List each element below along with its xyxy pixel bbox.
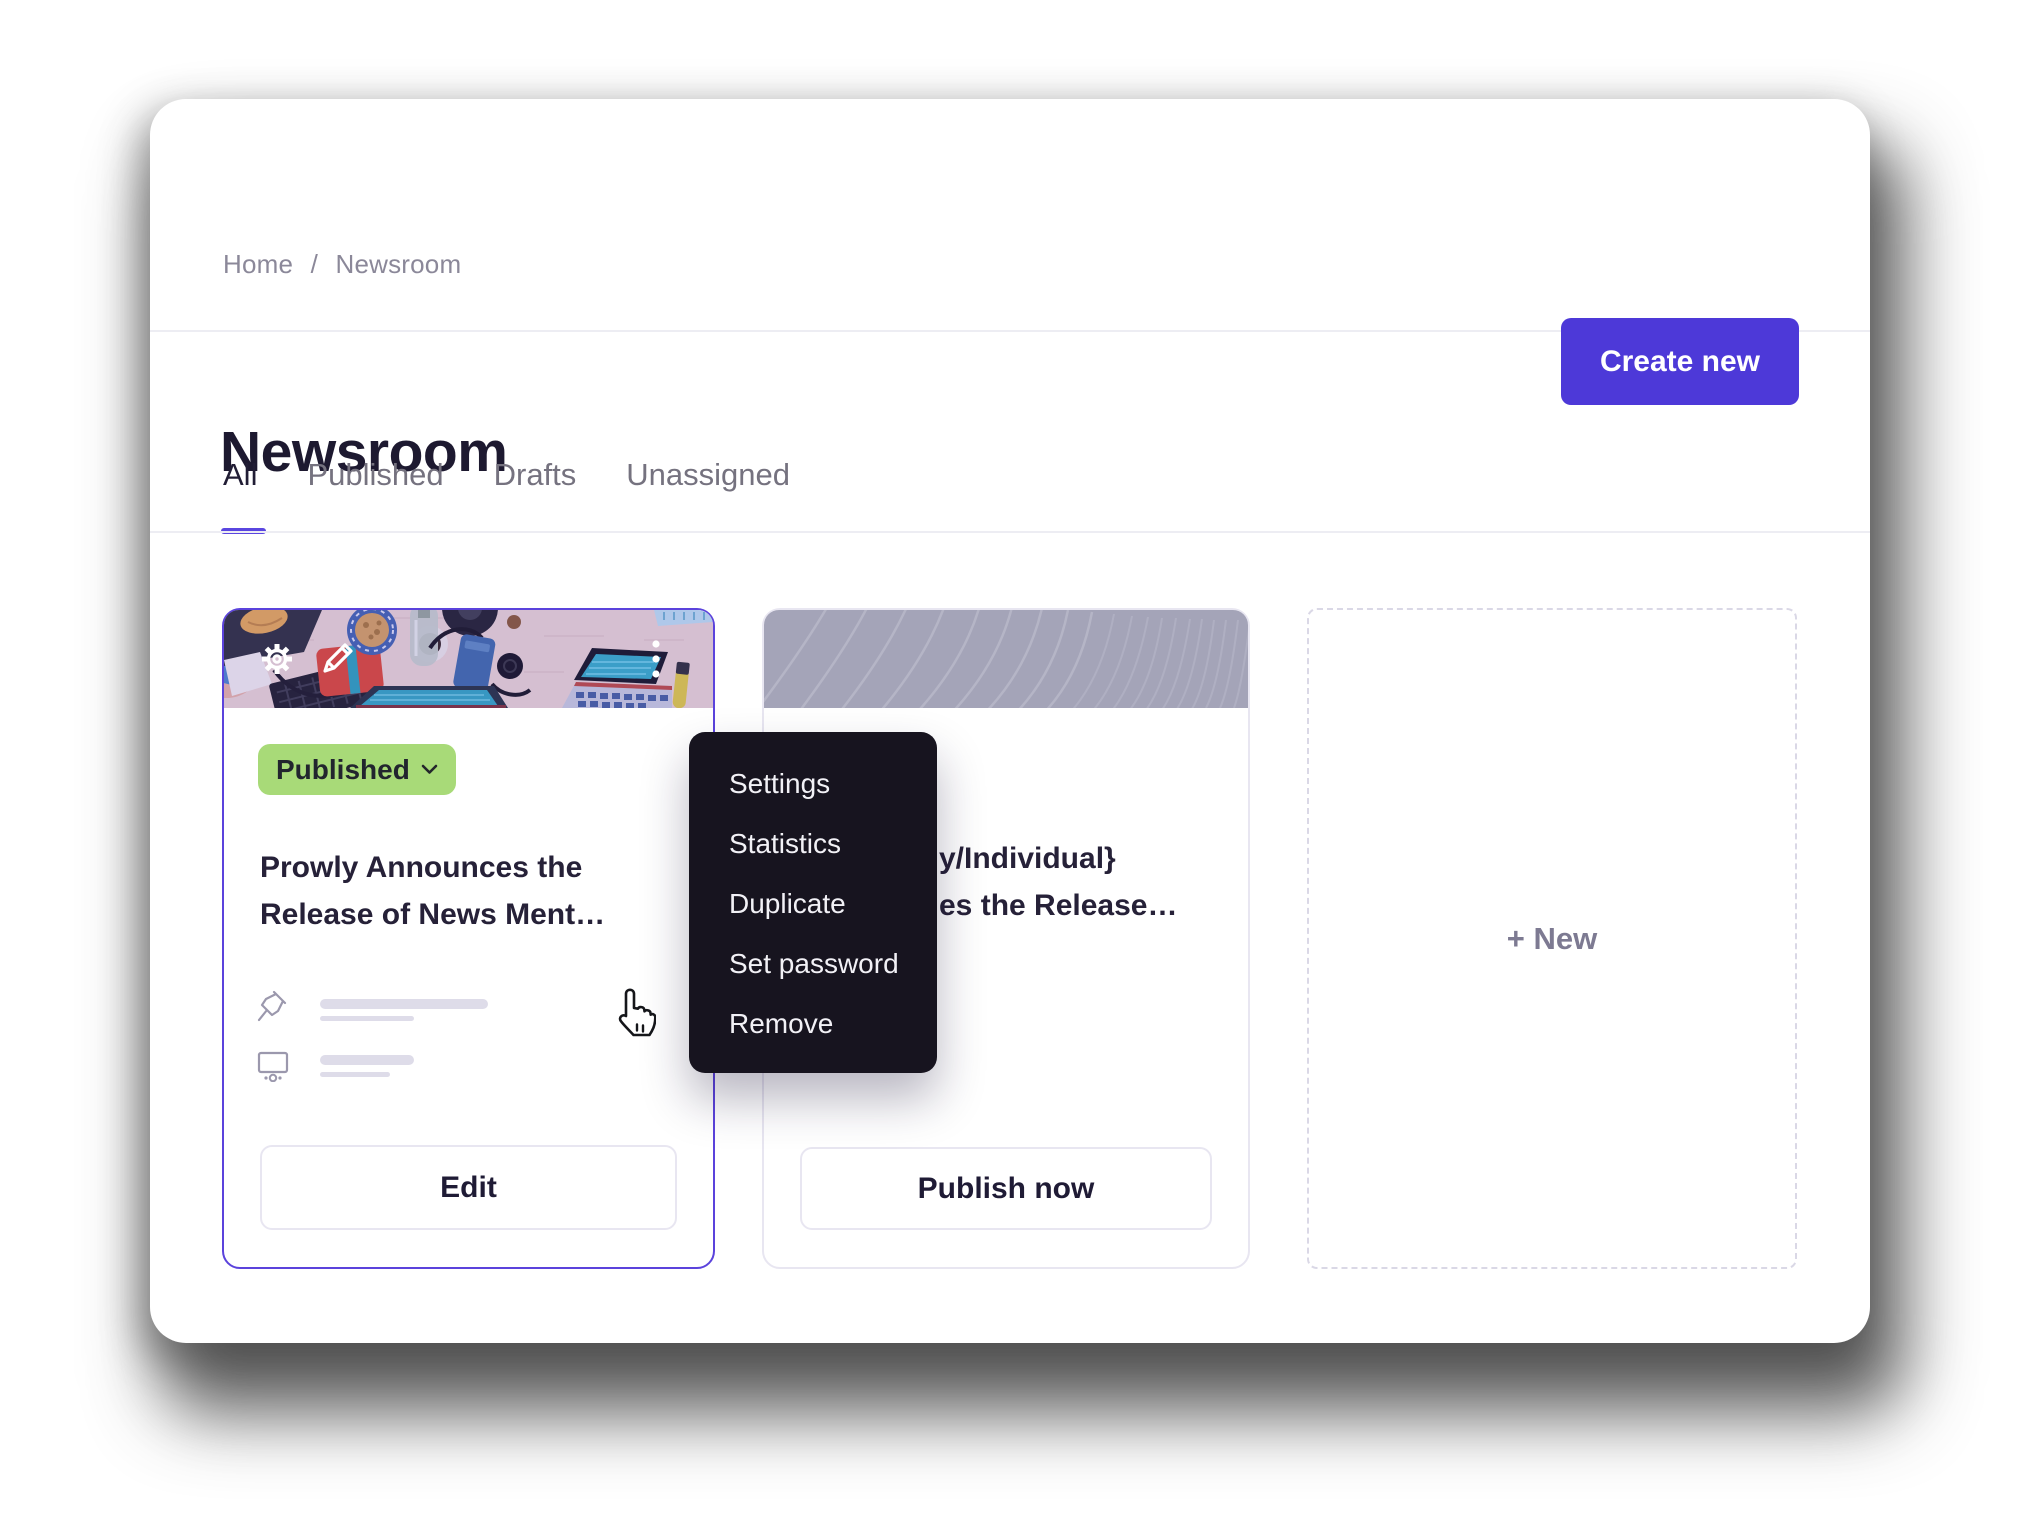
breadcrumb: Home / Newsroom	[223, 249, 461, 280]
card-title-fragment: es the Release…	[939, 889, 1177, 923]
tab-unassigned[interactable]: Unassigned	[626, 457, 790, 493]
menu-item-settings[interactable]: Settings	[689, 754, 937, 814]
tab-published[interactable]: Published	[307, 457, 443, 493]
menu-item-statistics[interactable]: Statistics	[689, 814, 937, 874]
tab-drafts[interactable]: Drafts	[494, 457, 577, 493]
edit-button[interactable]: Edit	[260, 1145, 677, 1230]
breadcrumb-home-link[interactable]: Home	[223, 249, 293, 279]
kebab-menu-icon[interactable]	[651, 638, 661, 689]
pencil-icon[interactable]	[316, 636, 360, 685]
skeleton-line	[320, 1055, 414, 1065]
gear-icon[interactable]	[258, 640, 296, 683]
publish-now-button[interactable]: Publish now	[800, 1147, 1212, 1230]
pin-icon	[256, 989, 288, 1030]
card-title: Prowly Announces the Release of News Men…	[260, 844, 622, 938]
menu-item-set-password[interactable]: Set password	[689, 934, 937, 994]
skeleton-line	[320, 1072, 390, 1077]
status-badge-label: Published	[276, 754, 410, 786]
card-title-fragment: y/Individual}	[939, 842, 1116, 876]
card-cover-pattern	[764, 610, 1248, 708]
skeleton-line	[320, 999, 488, 1009]
tab-bar: All Published Drafts Unassigned	[223, 457, 790, 493]
breadcrumb-current: Newsroom	[335, 249, 461, 279]
add-new-label: + New	[1507, 921, 1597, 957]
skeleton-line	[320, 1016, 414, 1021]
card-cover-photo	[224, 610, 713, 708]
card-context-menu: Settings Statistics Duplicate Set passwo…	[689, 732, 937, 1073]
newsroom-card-selected[interactable]: Published Prowly Announces the Release o…	[222, 608, 715, 1269]
create-new-button[interactable]: Create new	[1561, 318, 1799, 405]
breadcrumb-separator: /	[311, 249, 318, 279]
newsroom-panel: Home / Newsroom Newsroom Create new All …	[150, 99, 1870, 1343]
chevron-down-icon	[421, 764, 438, 775]
add-new-card[interactable]: + New	[1307, 608, 1797, 1269]
menu-item-remove[interactable]: Remove	[689, 994, 937, 1054]
monitor-icon	[256, 1050, 290, 1087]
status-badge[interactable]: Published	[258, 744, 456, 795]
tabs-divider	[150, 531, 1870, 533]
menu-item-duplicate[interactable]: Duplicate	[689, 874, 937, 934]
tab-all[interactable]: All	[223, 457, 257, 493]
